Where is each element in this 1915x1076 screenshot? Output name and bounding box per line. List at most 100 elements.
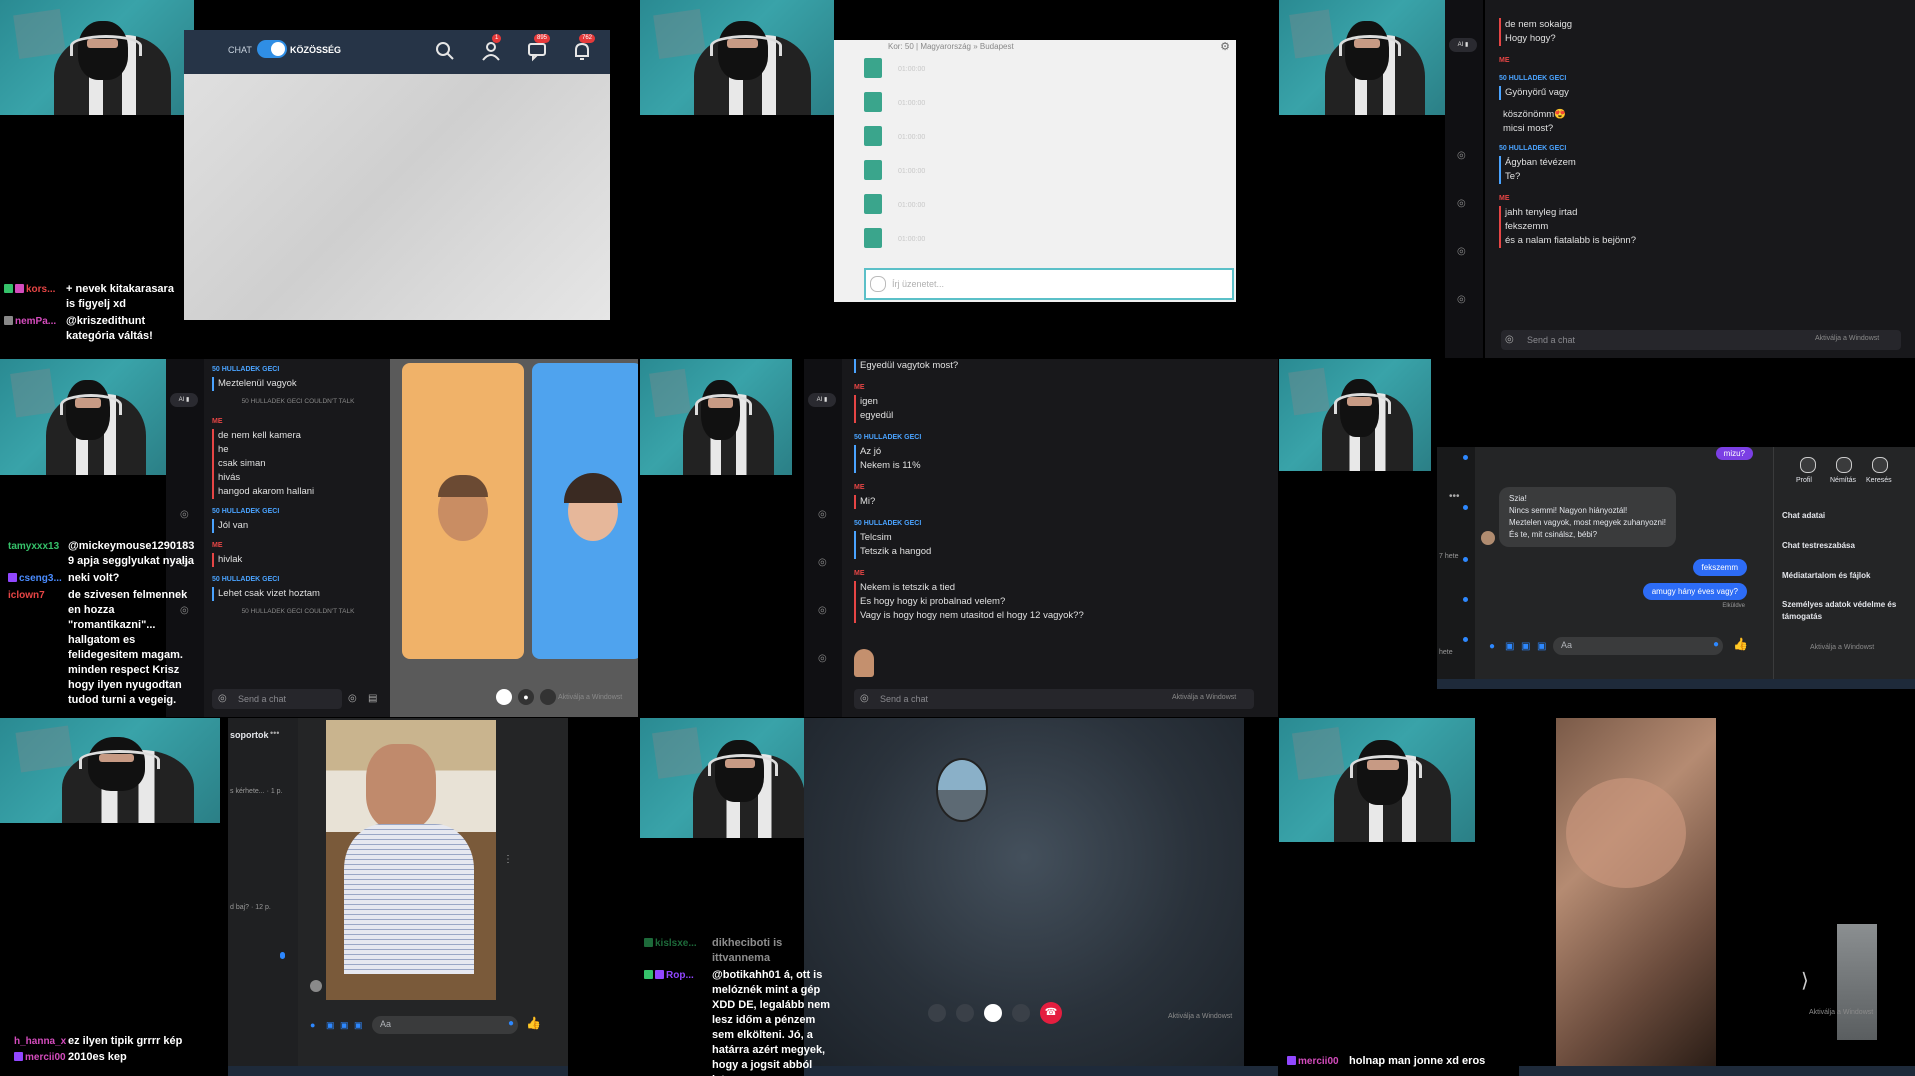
video-call-window: ● Aktiválja a Windowst <box>390 359 638 717</box>
shield-icon[interactable]: ◎ <box>1457 198 1466 209</box>
shield-icon[interactable]: ◎ <box>1457 150 1466 161</box>
chat-username: mercii00 <box>1298 1056 1339 1067</box>
message: de nem kell kamera <box>212 429 384 443</box>
shield-icon[interactable]: ◎ <box>818 653 827 664</box>
search-icon[interactable] <box>434 40 456 62</box>
avatar <box>864 92 882 112</box>
message: Nekem is tetszik a tied <box>854 581 1274 595</box>
list-item: 01:00:00 <box>862 122 1222 156</box>
microphone-icon[interactable] <box>1012 1004 1030 1022</box>
settings-icon[interactable]: ◎ <box>218 693 227 704</box>
list-item: 01:00:00 <box>862 190 1222 224</box>
microphone-icon[interactable]: ● <box>1489 641 1495 652</box>
settings-icon[interactable]: ◎ <box>1505 334 1514 345</box>
chat-line: nemPa... @kriszedithunt kategória váltás… <box>4 314 184 344</box>
mute-bell-icon[interactable] <box>1836 457 1852 473</box>
options-icon[interactable]: ••• <box>270 728 279 738</box>
chat-window: Egyedül vagytok most? ME igen egyedül 50… <box>842 359 1278 717</box>
shield-icon[interactable]: ◎ <box>180 509 189 520</box>
sender-label: 50 HULLADEK GECI <box>854 520 922 527</box>
microphone-icon[interactable]: ● <box>518 689 534 705</box>
stream-panel-2: Kor: 50 | Magyarország » Budapest ⚙ 01:0… <box>640 0 1278 358</box>
webcam-feed <box>0 0 194 115</box>
mode-toggle[interactable] <box>257 40 287 58</box>
ai-icon[interactable]: AI ▮ <box>1449 38 1477 52</box>
windows-watermark: Aktiválja a Windowst <box>1172 694 1237 701</box>
list-item[interactable]: s kérhete... · 1 p. <box>230 788 283 795</box>
share-screen-icon[interactable] <box>928 1004 946 1022</box>
message: Mi? <box>854 495 1274 509</box>
microphone-icon[interactable]: ● <box>310 1020 315 1030</box>
send-chat-input[interactable]: Send a chat <box>212 689 342 709</box>
remote-video-feed <box>1556 718 1716 1066</box>
shield-icon[interactable]: ◎ <box>818 605 827 616</box>
menu-item-media[interactable]: Médiatartalom és fájlok <box>1782 571 1870 580</box>
thumbs-up-icon[interactable]: 👍 <box>1733 637 1748 651</box>
message-icon[interactable]: 895 <box>526 34 551 62</box>
image-icon[interactable]: ▣ <box>326 1020 335 1031</box>
conversation-list: soportok ••• s kérhete... · 1 p. d baj? … <box>228 718 298 1068</box>
share-icon[interactable] <box>540 689 556 705</box>
options-icon[interactable]: ⋮ <box>503 854 513 865</box>
gear-icon[interactable]: ⚙ <box>1220 40 1230 53</box>
ai-icon[interactable]: AI ▮ <box>170 393 198 407</box>
chat-bubble-icon <box>870 276 886 292</box>
chat-line: h_hanna_x ez ilyen tipik grrrr kép <box>14 1034 234 1049</box>
sender-label: 50 HULLADEK GECI <box>212 508 280 515</box>
thumbs-up-icon[interactable]: 👍 <box>526 1016 541 1030</box>
message: köszönömm😍 <box>1503 109 1567 120</box>
sticker-icon[interactable]: ▣ <box>340 1020 349 1031</box>
shield-icon[interactable]: ◎ <box>1457 294 1466 305</box>
chat-username: h_hanna_x <box>14 1036 67 1047</box>
gif-icon[interactable]: ▣ <box>1537 641 1546 652</box>
list-item: 01:00:00 <box>862 224 1222 258</box>
list-item[interactable]: d baj? · 12 p. <box>230 904 271 911</box>
gift-icon[interactable]: ▤ <box>368 693 377 704</box>
sticker-icon[interactable]: ▣ <box>1521 641 1530 652</box>
chat-line: mercii00 2010es kep <box>14 1050 234 1065</box>
bell-icon[interactable]: 762 <box>571 34 596 62</box>
chat-username: tamyxxx13 <box>8 541 60 552</box>
list-item: 01:00:00 <box>862 54 1222 88</box>
message-bubble-outgoing: amugy hány éves vagy? <box>1642 583 1747 600</box>
sender-label: 50 HULLADEK GECI <box>212 366 280 373</box>
message: Vagy is hogy hogy nem utasitod el hogy 1… <box>854 609 1274 623</box>
message: hivlak <box>212 553 384 567</box>
system-notice: 50 HULLADEK GECI COULDN'T TALK <box>241 398 355 405</box>
options-icon[interactable]: ••• <box>1449 491 1460 502</box>
menu-item-customize[interactable]: Chat testreszabása <box>1782 541 1855 550</box>
profile-icon[interactable] <box>1800 457 1816 473</box>
message: Lehet csak vizet hoztam <box>212 587 384 601</box>
gif-icon[interactable]: ▣ <box>354 1020 363 1031</box>
webcam-feed <box>1279 0 1445 115</box>
message-input[interactable]: Írj üzenetet... <box>864 268 1234 300</box>
shield-icon[interactable]: ◎ <box>818 557 827 568</box>
chevron-right-icon[interactable]: ⟩ <box>1801 968 1809 993</box>
menu-item-chat-info[interactable]: Chat adatai <box>1782 511 1825 520</box>
emoji-icon[interactable]: ◎ <box>348 693 357 704</box>
shield-icon[interactable]: ◎ <box>1457 246 1466 257</box>
search-icon[interactable] <box>1872 457 1888 473</box>
message: Meztelenül vagyok <box>212 377 384 391</box>
settings-icon[interactable]: ◎ <box>860 693 869 704</box>
messenger-window: ••• 7 hete hete mizu? Szia! Nincs semmi!… <box>1437 447 1915 679</box>
ai-icon[interactable]: AI ▮ <box>808 393 836 407</box>
shield-icon[interactable]: ◎ <box>818 509 827 520</box>
message: hangod akarom hallani <box>212 485 384 499</box>
user-icon[interactable]: 1 <box>480 34 502 62</box>
image-icon[interactable]: ▣ <box>1505 641 1514 652</box>
message-input[interactable]: Aa ● <box>372 1016 518 1034</box>
notification-badge: 762 <box>579 34 596 43</box>
emoji-icon[interactable]: ● <box>508 1018 514 1029</box>
add-people-icon[interactable] <box>956 1004 974 1022</box>
video-off-icon[interactable] <box>984 1004 1002 1022</box>
stream-chat-overlay: kors... + nevek kitakarasara is figyelj … <box>4 282 184 344</box>
video-off-icon[interactable] <box>496 689 512 705</box>
menu-item-privacy[interactable]: Személyes adatok védelme és támogatás <box>1782 599 1912 623</box>
chat-username: nemPa... <box>15 316 57 327</box>
end-call-icon[interactable]: ☎ <box>1040 1002 1062 1024</box>
chat-text: de szivesen felmennek en hozza "romantik… <box>68 589 188 706</box>
emoji-icon[interactable]: ● <box>1713 639 1719 650</box>
message-input[interactable]: Aa ● <box>1553 637 1723 655</box>
avatar <box>310 980 322 992</box>
